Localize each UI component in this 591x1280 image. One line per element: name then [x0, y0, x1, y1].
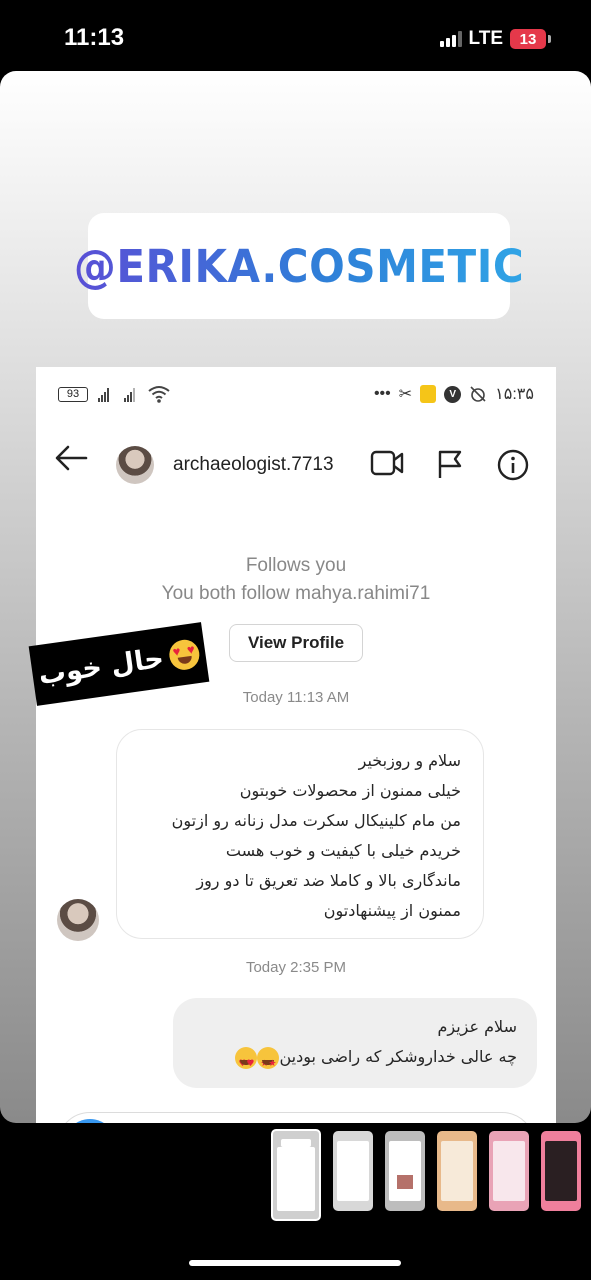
vpn-icon: V [444, 385, 462, 403]
message-line: من مام کلینیکال سکرت مدل زنانه رو ازتون [171, 811, 461, 830]
battery-level: 13 [519, 30, 537, 48]
header-avatar[interactable] [116, 446, 154, 484]
message-line: ممنون از پیشنهادتون [323, 901, 461, 920]
android-status-right: ••• ✂ V ۱۵:۳۵ [374, 384, 534, 404]
message-line: خریدم خیلی با کیفیت و خوب هست [225, 841, 461, 860]
more-dots: ••• [373, 385, 391, 402]
story-thumbnail[interactable] [489, 1131, 529, 1211]
heart-eyes-emoji-icon [235, 1046, 258, 1079]
back-arrow-icon[interactable] [54, 443, 88, 473]
message-text: چه عالی خداروشکر که راضی بودین [279, 1047, 517, 1066]
battery-tip [548, 35, 551, 43]
status-indicators: LTE 13 [439, 28, 551, 50]
view-profile-button[interactable]: View Profile [229, 624, 363, 662]
lock-icon [420, 385, 437, 403]
message-line: خیلی ممنون از محصولات خوبتون [239, 781, 461, 800]
message-line: سلام و روزبخیر [358, 751, 461, 770]
story-thumbnail-strip [271, 1129, 581, 1221]
status-time: 11:13 [64, 24, 125, 51]
home-indicator[interactable] [189, 1260, 401, 1266]
story-thumbnail[interactable] [333, 1131, 373, 1211]
mutual-follow-text: You both follow mahya.rahimi71 [161, 583, 431, 604]
scissors-icon: ✂ [398, 386, 413, 403]
message-line: سلام عزیزم [437, 1017, 517, 1036]
star-struck-emoji-icon [257, 1046, 280, 1079]
mention-text: @ERIKA.COSMETIC [73, 239, 525, 293]
story-thumbnail[interactable] [385, 1131, 425, 1211]
follows-you-text: Follows you [245, 555, 347, 576]
chat-username[interactable]: archaeologist.7713 [173, 454, 334, 476]
message-line: ماندگاری بالا و کاملا ضد تعریق تا دو روز [196, 871, 461, 890]
android-battery-level: 93 [66, 388, 80, 400]
story-thumbnail[interactable] [271, 1129, 321, 1221]
mention-sticker[interactable]: @ERIKA.COSMETIC [74, 213, 524, 319]
story-frame: @ERIKA.COSMETIC 93 ••• ✂ V ۱۵:۳۵ archaeo… [0, 71, 591, 1123]
message-line-with-emoji: چه عالی خداروشکر که راضی بودین [193, 1042, 517, 1079]
android-status-bar: 93 ••• ✂ V ۱۵:۳۵ [36, 367, 556, 427]
outgoing-message[interactable]: سلام عزیزم چه عالی خداروشکر که راضی بودی… [173, 998, 537, 1088]
wifi-icon [148, 386, 170, 403]
dm-screenshot: 93 ••• ✂ V ۱۵:۳۵ archaeologist.7713 Foll… [36, 367, 556, 1123]
info-icon[interactable] [497, 449, 529, 481]
camera-button[interactable] [64, 1119, 116, 1123]
story-thumbnail[interactable] [437, 1131, 477, 1211]
timestamp: Today 2:35 PM [245, 959, 347, 976]
incoming-message[interactable]: سلام و روزبخیر خیلی ممنون از محصولات خوب… [116, 729, 484, 939]
report-flag-icon[interactable] [436, 449, 464, 479]
android-time: ۱۵:۳۵ [495, 386, 534, 403]
ios-status-bar: 11:13 LTE 13 [0, 0, 591, 72]
video-call-icon[interactable] [370, 449, 404, 477]
battery-icon: 13 [510, 29, 546, 49]
heart-eyes-emoji-icon [167, 637, 202, 672]
story-thumbnail[interactable] [541, 1131, 581, 1211]
network-type: LTE [468, 28, 503, 49]
sticker-text: حال خوب [36, 642, 166, 691]
alarm-off-icon [470, 386, 486, 402]
sender-avatar[interactable] [57, 899, 99, 941]
signal-icon-2 [124, 388, 135, 402]
message-composer [57, 1112, 535, 1123]
android-battery-icon: 93 [58, 387, 88, 402]
cellular-signal-icon [439, 31, 462, 47]
signal-icon [98, 388, 109, 402]
